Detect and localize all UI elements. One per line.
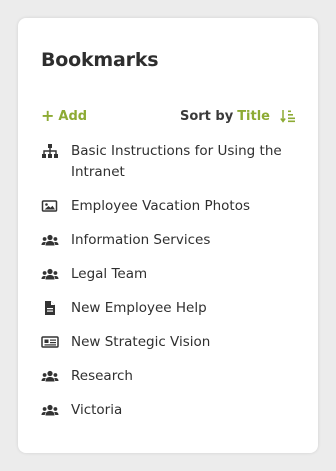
bookmark-item[interactable]: Legal Team — [41, 264, 300, 285]
users-icon — [41, 404, 59, 416]
bookmark-label: Information Services — [71, 232, 211, 248]
bookmark-label: New Strategic Vision — [71, 334, 211, 350]
image-icon — [41, 200, 58, 212]
bookmarks-card: Bookmarks + Add Sort by Title Basic Inst… — [18, 18, 318, 453]
bookmark-item[interactable]: Victoria — [41, 400, 300, 421]
users-icon — [41, 268, 59, 280]
users-icon — [41, 370, 59, 382]
bookmark-item[interactable]: Information Services — [41, 230, 300, 251]
bookmark-label: Victoria — [71, 402, 123, 418]
plus-icon: + — [41, 106, 55, 125]
add-bookmark-button[interactable]: + Add — [41, 108, 87, 124]
bookmark-label: Employee Vacation Photos — [71, 198, 251, 214]
bookmark-item[interactable]: New Strategic Vision — [41, 332, 300, 353]
sort-control: Sort by Title — [180, 109, 296, 124]
bookmark-item[interactable]: Employee Vacation Photos — [41, 196, 300, 217]
bookmark-list: Basic Instructions for Using the Intrane… — [41, 141, 300, 434]
bookmark-item[interactable]: Research — [41, 366, 300, 387]
bookmark-item[interactable]: Basic Instructions for Using the Intrane… — [41, 141, 300, 183]
sort-ascending-icon[interactable] — [280, 109, 296, 123]
users-icon — [41, 234, 59, 246]
card-title: Bookmarks — [41, 49, 159, 71]
bookmarks-toolbar: + Add Sort by Title — [41, 107, 296, 125]
bookmark-label: Basic Instructions for Using the Intrane… — [71, 143, 282, 180]
bookmark-item[interactable]: New Employee Help — [41, 298, 300, 319]
sort-field-button[interactable]: Title — [237, 109, 270, 124]
bookmark-label: Legal Team — [71, 266, 148, 282]
bookmark-label: Research — [71, 368, 133, 384]
sitemap-icon — [42, 144, 58, 158]
add-bookmark-label: Add — [58, 108, 88, 124]
document-icon — [45, 301, 55, 315]
newspaper-icon — [41, 336, 59, 348]
bookmark-label: New Employee Help — [71, 300, 207, 316]
sort-prefix: Sort by — [179, 108, 234, 124]
